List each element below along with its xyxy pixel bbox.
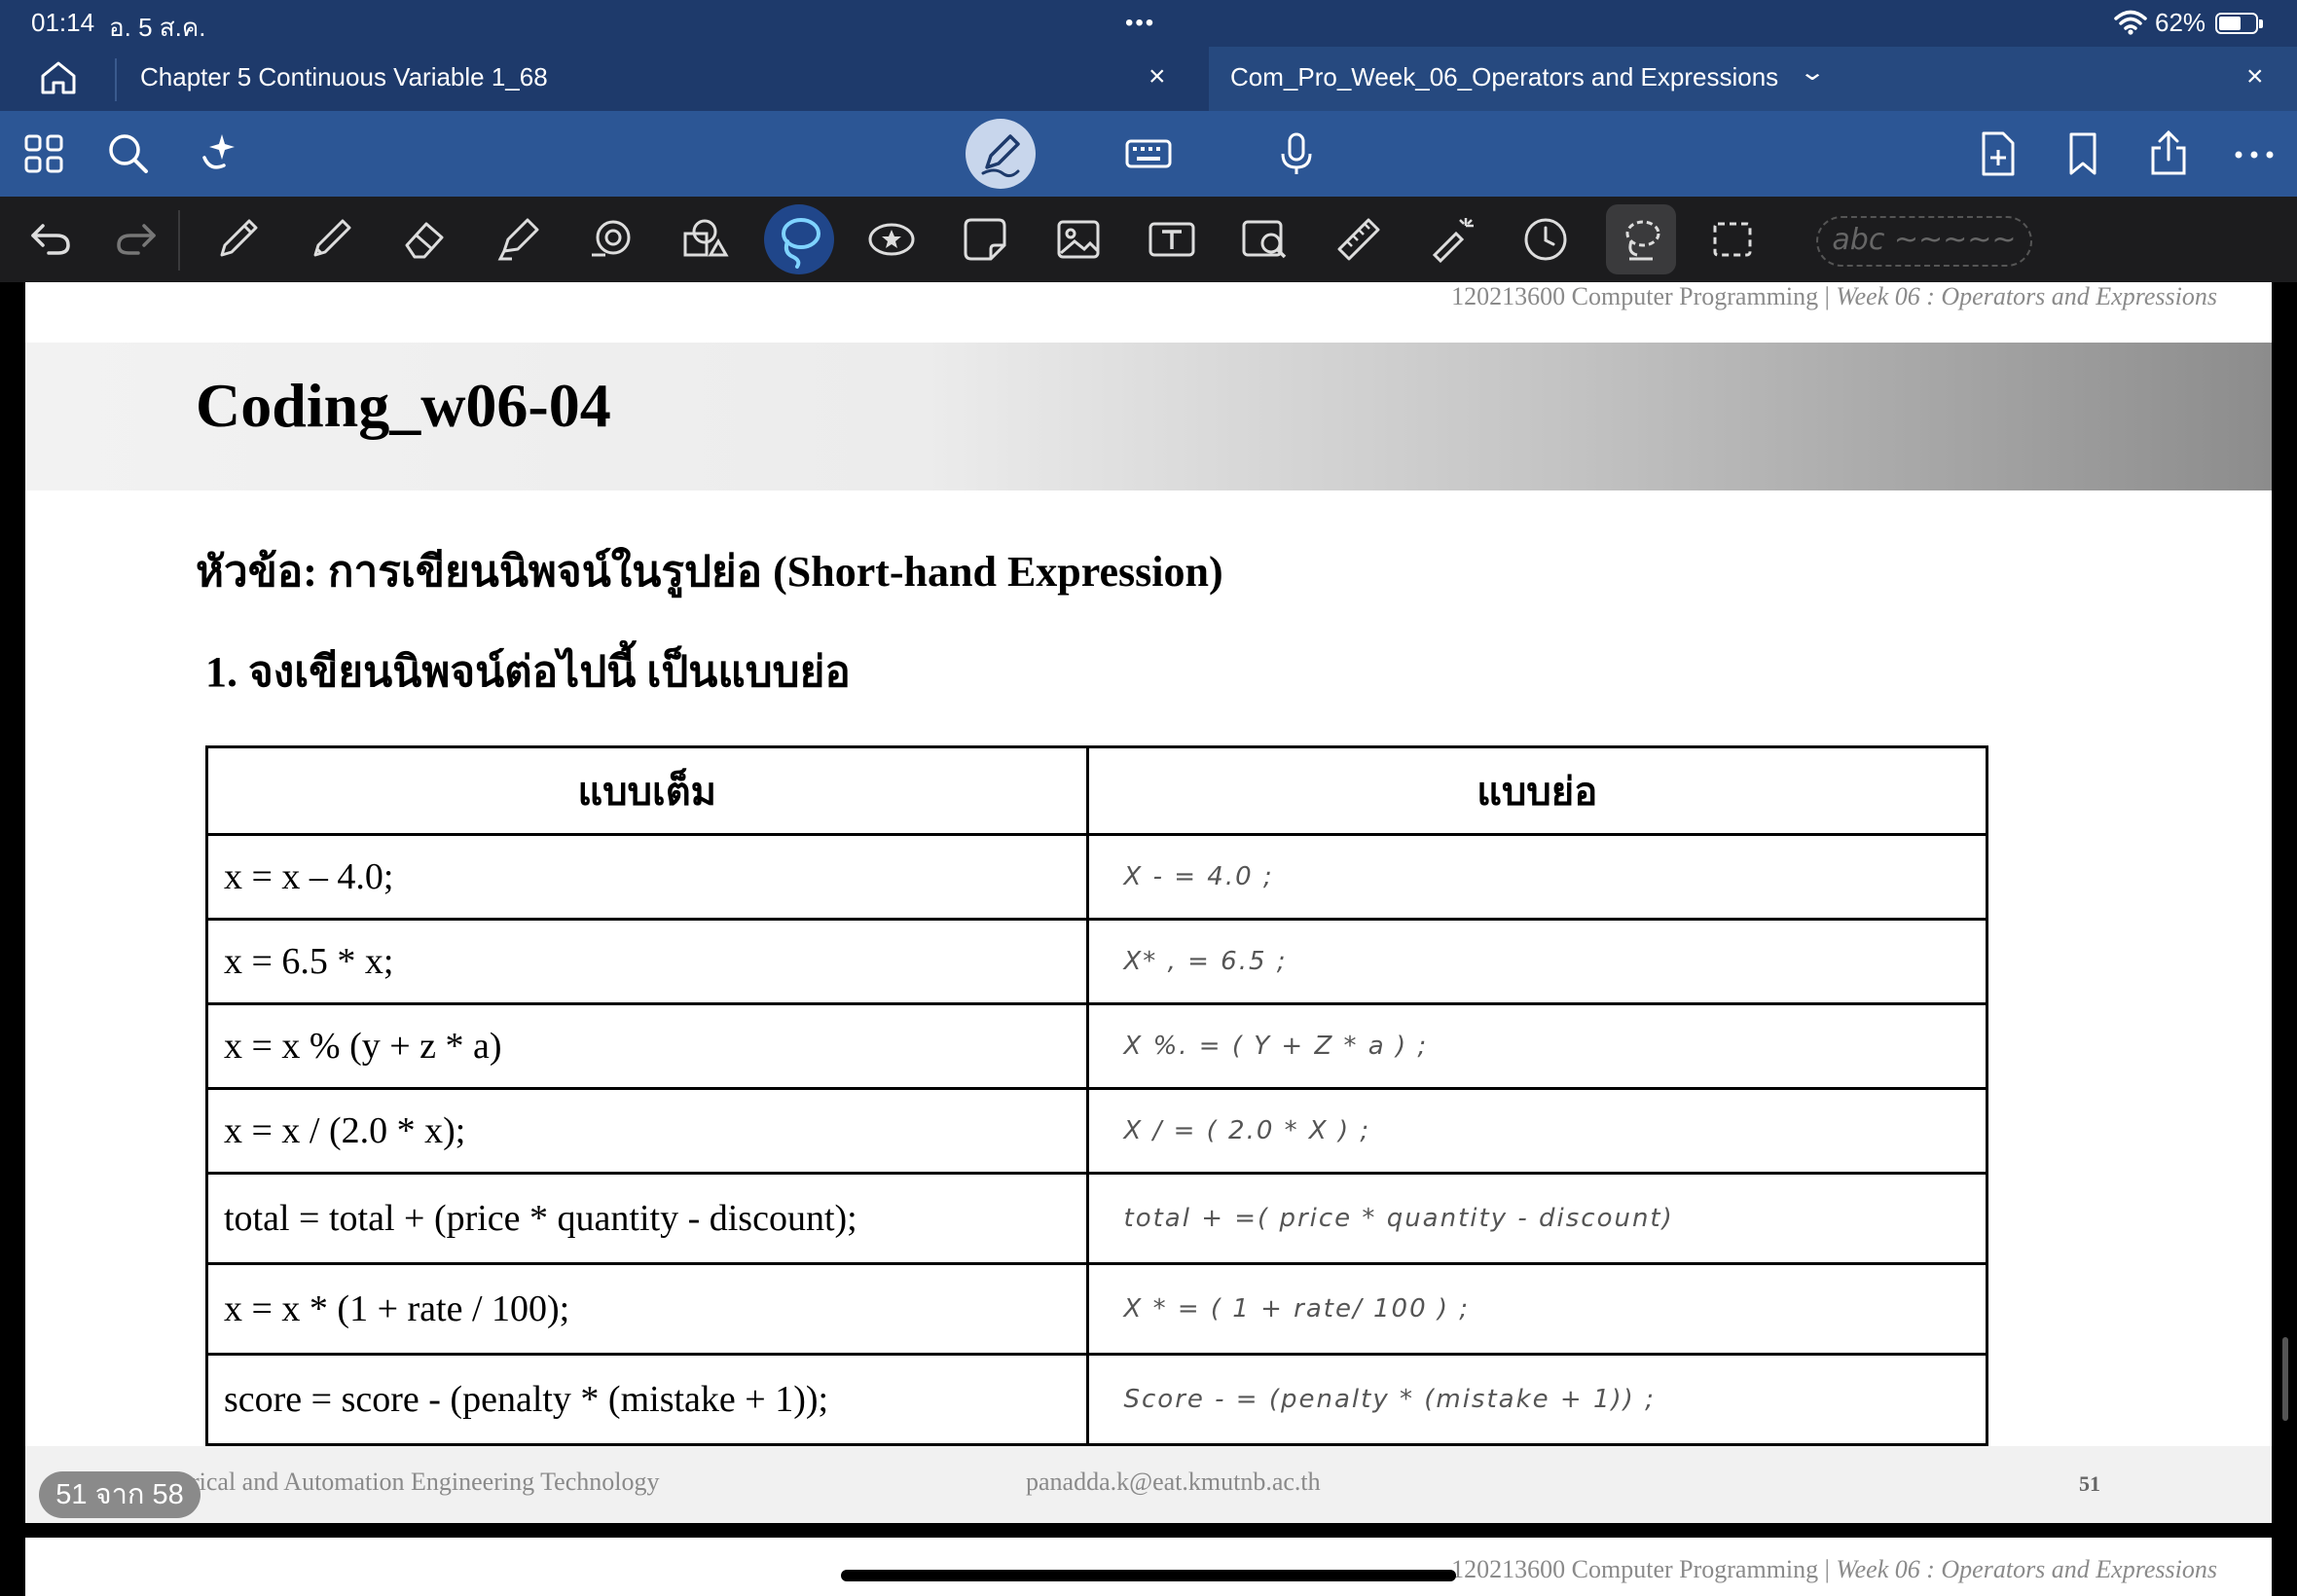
full-expression: x = x * (1 + rate / 100); — [205, 1262, 1089, 1356]
share-icon[interactable] — [2143, 128, 2194, 179]
selection-icon[interactable] — [1705, 212, 1760, 267]
column-header-short: แบบย่อ — [1085, 745, 1988, 836]
full-expression: x = 6.5 * x; — [205, 918, 1089, 1005]
full-expression: total = total + (price * quantity - disc… — [205, 1172, 1089, 1265]
lasso-tool-active[interactable] — [764, 204, 834, 274]
lasso-select-icon — [1625, 220, 1660, 261]
close-tab-button[interactable]: × — [1148, 60, 1166, 93]
full-expression: x = x / (2.0 * x); — [205, 1087, 1089, 1175]
lasso-select-button[interactable] — [1606, 204, 1676, 274]
title-banner: Coding_w06-04 — [25, 343, 2272, 490]
battery-icon — [2215, 13, 2263, 34]
handwritten-answer[interactable]: Score - = (penalty * (mistake + 1)) ; — [1085, 1353, 1988, 1446]
tools-bar: abc ~~~~~ — [0, 197, 2297, 282]
pen-icon[interactable] — [210, 212, 265, 267]
page-footer: rical and Automation Engineering Technol… — [25, 1446, 2272, 1523]
status-time: 01:14 — [31, 8, 95, 37]
tab-title: Com_Pro_Week_06_Operators and Expression… — [1230, 62, 1779, 91]
eraser-icon[interactable] — [397, 212, 452, 267]
column-header-full: แบบเต็ม — [205, 745, 1089, 836]
full-expression: score = score - (penalty * (mistake + 1)… — [205, 1353, 1089, 1446]
text-recognition-pill[interactable]: abc ~~~~~ — [1816, 216, 2032, 267]
handwritten-answer[interactable]: X %. = ( Y + Z * a ) ; — [1085, 1002, 1988, 1090]
grid-icon[interactable] — [19, 128, 70, 179]
next-page-preview[interactable]: 120213600 Computer Programming | Week 06… — [25, 1538, 2272, 1596]
page-indicator-badge[interactable]: 51 จาก 58 — [39, 1471, 201, 1518]
more-icon[interactable] — [2229, 128, 2279, 179]
header-course: 120213600 Computer Programming | — [1451, 1555, 1837, 1583]
table-row: score = score - (penalty * (mistake + 1)… — [205, 1353, 1988, 1446]
footer-email: panadda.k@eat.kmutnb.ac.th — [1026, 1468, 1321, 1496]
question-text: 1. จงเขียนนิพจน์ต่อไปนี้ เป็นแบบย่อ — [205, 648, 851, 696]
document-page[interactable]: 120213600 Computer Programming | Week 06… — [25, 282, 2272, 1523]
tab-chapter-5[interactable]: Chapter 5 Continuous Variable 1_68 × — [117, 47, 1207, 111]
tab-com-pro-week-06[interactable]: Com_Pro_Week_06_Operators and Expression… — [1209, 47, 2297, 111]
keyboard-icon[interactable] — [1123, 128, 1174, 179]
pencil-icon[interactable] — [304, 212, 358, 267]
handwritten-answer[interactable]: X - = 4.0 ; — [1085, 833, 1988, 921]
header-week: Week 06 : Operators and Expressions — [1836, 282, 2217, 310]
status-date: อ. 5 ส.ค. — [109, 13, 206, 42]
pen-mode-button[interactable] — [966, 119, 1036, 189]
ruler-icon[interactable] — [1331, 212, 1386, 267]
handwritten-answer[interactable]: X * = ( 1 + rate/ 100 ) ; — [1085, 1262, 1988, 1356]
table-row: total = total + (price * quantity - disc… — [205, 1172, 1988, 1265]
search-icon[interactable] — [103, 128, 154, 179]
header-course: 120213600 Computer Programming | — [1451, 282, 1837, 310]
footer-department: rical and Automation Engineering Technol… — [191, 1468, 660, 1496]
home-indicator[interactable] — [841, 1570, 1456, 1581]
image-search-icon[interactable] — [1238, 212, 1293, 267]
wifi-icon — [2114, 10, 2147, 35]
clock-icon[interactable] — [1518, 212, 1573, 267]
redo-icon[interactable] — [109, 212, 164, 267]
highlighter-icon[interactable] — [491, 212, 545, 267]
sticky-note-icon[interactable] — [958, 212, 1012, 267]
table-row: x = x / (2.0 * x); X / = ( 2.0 * X ) ; — [205, 1087, 1988, 1175]
topic-heading: หัวข้อ: การเขียนนิพจน์ในรูปย่อ (Short-ha… — [196, 548, 1223, 596]
chevron-down-icon[interactable]: ⌄ — [1799, 58, 1826, 87]
battery-level — [2219, 17, 2242, 30]
shape-icon[interactable] — [584, 212, 638, 267]
table-row: x = 6.5 * x; X* , = 6.5 ; — [205, 918, 1988, 1005]
elements-icon[interactable] — [677, 212, 732, 267]
bookmark-icon[interactable] — [2058, 128, 2108, 179]
home-icon[interactable] — [37, 58, 80, 97]
top-toolbar — [0, 111, 2297, 197]
handwritten-answer[interactable]: total + =( price * quantity - discount) — [1085, 1172, 1988, 1265]
close-tab-button[interactable]: × — [2246, 60, 2264, 93]
multitask-dots[interactable]: ••• — [1125, 10, 1155, 37]
expression-table: แบบเต็ม แบบย่อ x = x – 4.0; X - = 4.0 ; … — [205, 745, 1988, 1446]
sparkle-icon[interactable] — [191, 128, 241, 179]
table-row: x = x * (1 + rate / 100); X * = ( 1 + ra… — [205, 1262, 1988, 1356]
status-bar: 01:14 อ. 5 ส.ค. ••• 62% — [0, 0, 2297, 47]
battery-percent: 62% — [2155, 8, 2206, 37]
microphone-icon[interactable] — [1271, 128, 1322, 179]
handwritten-answer[interactable]: X / = ( 2.0 * X ) ; — [1085, 1087, 1988, 1175]
handwritten-answer[interactable]: X* , = 6.5 ; — [1085, 918, 1988, 1005]
table-header-row: แบบเต็ม แบบย่อ — [205, 745, 1988, 836]
header-week: Week 06 : Operators and Expressions — [1836, 1555, 2217, 1583]
tools-divider — [178, 210, 180, 271]
scrollbar[interactable] — [2282, 1337, 2288, 1421]
text-icon[interactable] — [1145, 212, 1199, 267]
new-page-icon[interactable] — [1972, 128, 2023, 179]
page-header: 120213600 Computer Programming | Week 06… — [1451, 282, 2217, 311]
sticker-icon[interactable] — [864, 212, 919, 267]
tab-bar: Chapter 5 Continuous Variable 1_68 × Com… — [0, 47, 2297, 111]
full-expression: x = x – 4.0; — [205, 833, 1089, 921]
pen-mode-icon — [981, 134, 1020, 178]
image-icon[interactable] — [1051, 212, 1106, 267]
page-title: Coding_w06-04 — [196, 371, 611, 440]
footer-page-number: 51 — [2079, 1471, 2100, 1496]
table-row: x = x % (y + z * a) X %. = ( Y + Z * a )… — [205, 1002, 1988, 1090]
table-row: x = x – 4.0; X - = 4.0 ; — [205, 833, 1988, 921]
full-expression: x = x % (y + z * a) — [205, 1002, 1089, 1090]
laser-pointer-icon[interactable] — [1425, 212, 1479, 267]
lasso-icon — [782, 218, 820, 269]
page-header: 120213600 Computer Programming | Week 06… — [1451, 1555, 2217, 1584]
tab-title: Chapter 5 Continuous Variable 1_68 — [140, 62, 548, 91]
undo-icon[interactable] — [23, 212, 78, 267]
